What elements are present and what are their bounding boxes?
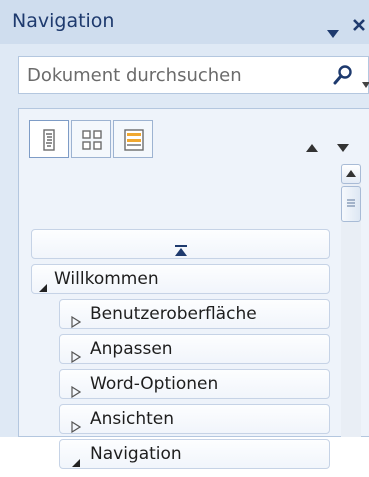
heading-label: Word-Optionen [90, 374, 219, 394]
heading-label: Benutzeroberfläche [90, 304, 257, 324]
collapsed-triangle-icon[interactable] [71, 414, 82, 442]
tab-pages[interactable] [71, 120, 111, 158]
expanded-triangle-icon[interactable] [38, 274, 48, 302]
heading-label: Navigation [90, 444, 182, 464]
search-options-dropdown-icon[interactable] [362, 73, 369, 92]
heading-label: Ansichten [90, 409, 175, 429]
heading-item[interactable]: Navigation [59, 439, 330, 469]
page-thumbnails-icon [82, 130, 102, 150]
search-placeholder: Dokument durchsuchen [27, 65, 242, 86]
tree-scrollbar[interactable] [341, 164, 361, 437]
heading-label: Willkommen [54, 269, 159, 289]
heading-item[interactable]: Benutzeroberfläche [59, 299, 330, 329]
navigation-content: Willkommen Benutzeroberfläche Anpassen Word… [18, 108, 369, 469]
tab-results[interactable] [113, 120, 153, 158]
heading-item[interactable]: Word-Optionen [59, 369, 330, 399]
scroll-thumb[interactable] [341, 186, 361, 222]
heading-item[interactable]: Anpassen [59, 334, 330, 364]
collapse-to-top-icon [174, 238, 188, 266]
tab-headings[interactable] [29, 120, 69, 158]
search-icon[interactable] [332, 64, 354, 90]
collapsed-triangle-icon[interactable] [71, 344, 82, 372]
heading-item[interactable]: Ansichten [59, 404, 330, 434]
heading-item[interactable]: Willkommen [31, 264, 330, 294]
document-headings-icon [43, 129, 55, 151]
heading-label: Anpassen [90, 339, 173, 359]
previous-result-icon[interactable] [306, 137, 318, 156]
triangle-up-icon [346, 170, 356, 177]
search-input[interactable]: Dokument durchsuchen [18, 56, 369, 94]
pane-options-dropdown-icon[interactable] [327, 23, 339, 42]
collapsed-triangle-icon[interactable] [71, 379, 82, 407]
collapse-to-top-button[interactable] [31, 229, 330, 259]
next-result-icon[interactable] [337, 137, 349, 156]
expanded-triangle-icon[interactable] [71, 449, 81, 477]
navigation-pane: Dokument durchsuchen Willkommen Benutzer… [0, 44, 369, 469]
search-results-icon [124, 129, 144, 151]
scroll-up-button[interactable] [341, 164, 361, 184]
grip-icon [347, 199, 355, 207]
heading-tree: Willkommen Benutzeroberfläche Anpassen Word… [19, 223, 339, 469]
close-icon[interactable] [352, 17, 366, 36]
pane-header: Navigation [0, 0, 369, 44]
collapsed-triangle-icon[interactable] [71, 309, 82, 337]
pane-title: Navigation [12, 10, 115, 32]
